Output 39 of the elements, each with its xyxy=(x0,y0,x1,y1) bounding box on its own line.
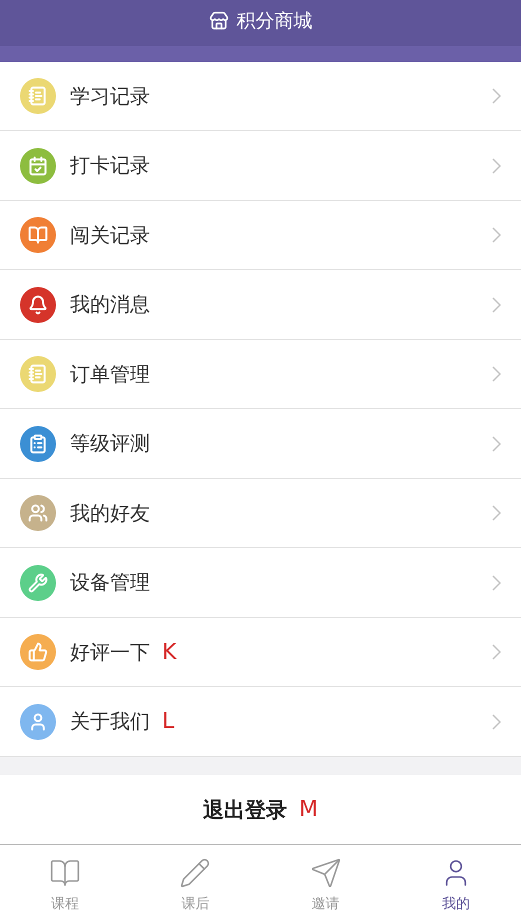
chevron-icon xyxy=(492,644,501,660)
menu-label: 好评一下 xyxy=(70,638,150,666)
menu-label: 闯关记录 xyxy=(70,222,150,249)
annotation-letter: M xyxy=(299,797,318,822)
chevron-icon xyxy=(492,158,501,174)
menu-item[interactable]: 设备管理 xyxy=(0,548,521,618)
menu-item[interactable]: 订单管理 xyxy=(0,340,521,410)
chevron-icon xyxy=(492,574,501,591)
annotation-letter: K xyxy=(162,640,176,665)
menu-label: 我的消息 xyxy=(70,291,150,318)
menu-item[interactable]: 我的消息 xyxy=(0,270,521,340)
paper-plane-icon xyxy=(310,856,342,889)
menu-item[interactable]: 好评一下 K xyxy=(0,618,521,688)
menu-label: 打卡记录 xyxy=(70,152,150,180)
menu-item[interactable]: 学习记录 xyxy=(0,62,521,132)
menu-label: 设备管理 xyxy=(70,569,150,596)
chevron-icon xyxy=(492,714,501,730)
chevron-icon xyxy=(492,227,501,244)
menu-label: 我的好友 xyxy=(70,500,150,527)
menu-item[interactable]: 我的好友 xyxy=(0,478,521,548)
menu-item[interactable]: 闯关记录 xyxy=(0,200,521,270)
pencil-icon xyxy=(179,856,212,889)
chevron-icon xyxy=(492,436,501,452)
chevron-icon xyxy=(492,88,501,104)
menu-item[interactable]: 打卡记录 xyxy=(0,131,521,201)
menu-label: 学习记录 xyxy=(70,82,150,110)
chevron-icon xyxy=(492,296,501,313)
menu-item[interactable]: 关于我们 L xyxy=(0,687,521,757)
menu-label: 等级评测 xyxy=(70,430,150,458)
chevron-icon xyxy=(492,505,501,522)
menu-label: 关于我们 xyxy=(70,708,150,736)
menu-item[interactable]: 等级评测 xyxy=(0,409,521,479)
logout-button[interactable]: 退出登录 M xyxy=(0,774,521,844)
annotation-letter: L xyxy=(162,709,174,734)
menu-label: 订单管理 xyxy=(70,360,150,388)
header-title: 积分商城 xyxy=(236,8,312,34)
chevron-icon xyxy=(492,366,501,382)
store-icon xyxy=(208,10,228,31)
tab[interactable]: 我的 xyxy=(390,845,521,924)
